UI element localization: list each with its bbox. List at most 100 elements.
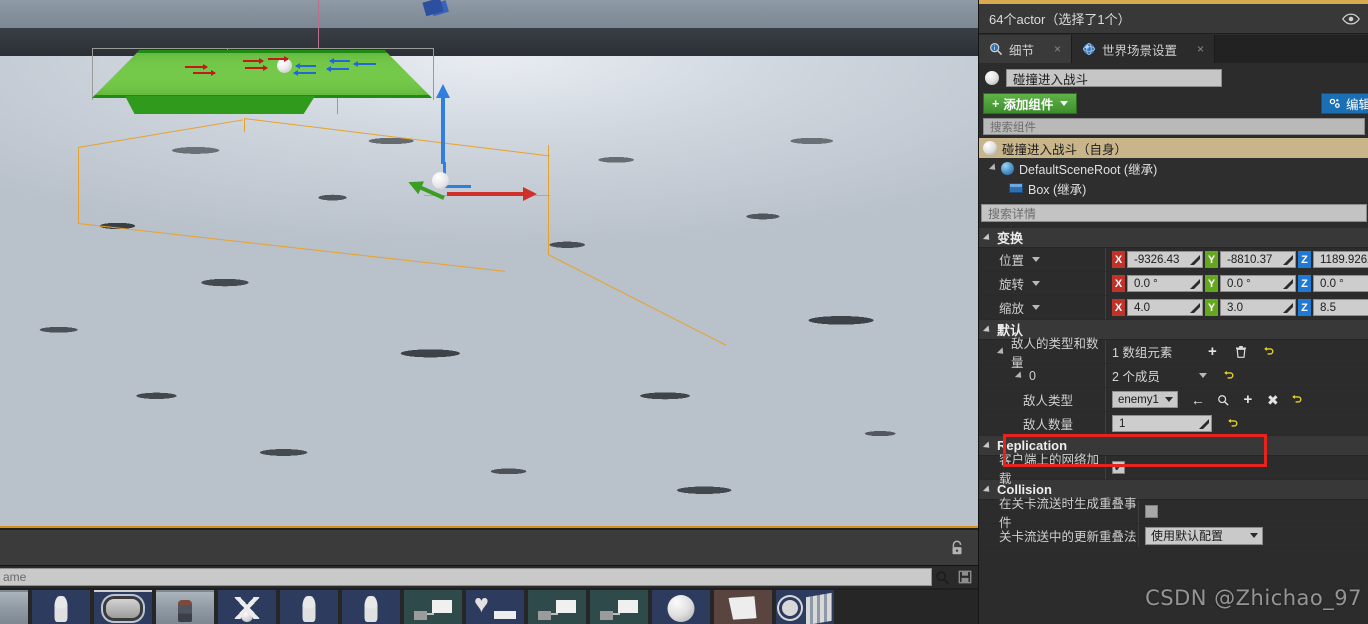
gizmo-z-axis[interactable] xyxy=(436,84,450,164)
property-row-generate-overlap-streaming[interactable]: 在关卡流送时生成重叠事件 xyxy=(979,497,1368,530)
drag-handle-icon[interactable] xyxy=(1283,279,1293,289)
asset-thumbnail-mannequin-3[interactable] xyxy=(342,590,400,624)
rotation-z-input[interactable]: 0.0 ° xyxy=(1313,275,1368,292)
asset-thumbnail-material-1[interactable] xyxy=(404,590,462,624)
property-row-array-element-0[interactable]: 0 2 个成员 xyxy=(979,364,1368,388)
drag-handle-icon[interactable] xyxy=(1190,279,1200,289)
property-row-enemy-count[interactable]: 敌人数量 1 xyxy=(979,412,1368,436)
back-arrow-icon[interactable]: ← xyxy=(1191,393,1205,407)
asset-thumbnail-cross-sphere[interactable] xyxy=(218,590,276,624)
section-header-transform[interactable]: 变换 xyxy=(979,228,1368,248)
scale-x-input[interactable]: 4.0 xyxy=(1127,299,1203,316)
property-value-generate-overlap-streaming[interactable] xyxy=(1139,500,1368,523)
drag-handle-icon[interactable] xyxy=(1283,303,1293,313)
chevron-down-icon[interactable] xyxy=(1032,257,1041,262)
details-search-input[interactable]: 搜索详情 xyxy=(981,204,1367,222)
property-value-rotation[interactable]: X 0.0 ° Y 0.0 ° Z 0.0 ° xyxy=(1106,272,1368,295)
expand-triangle-icon[interactable] xyxy=(996,346,1007,357)
component-row-default-scene-root[interactable]: DefaultSceneRoot (继承) xyxy=(979,158,1368,178)
property-value-array-element-0[interactable]: 2 个成员 xyxy=(1106,364,1368,387)
property-value-enemy-count[interactable]: 1 xyxy=(1106,412,1368,435)
property-row-update-overlaps-method[interactable]: 关卡流送中的更新重叠法 使用默认配置 xyxy=(979,524,1368,548)
property-value-enemy-array[interactable]: 1 数组元素 + xyxy=(1106,340,1368,363)
asset-thumbnail-data-table[interactable] xyxy=(714,590,772,624)
edit-blueprint-button[interactable]: 编辑 xyxy=(1321,93,1368,114)
location-z-input[interactable]: 1189.9262 xyxy=(1313,251,1368,268)
asset-thumbnail-gamepad[interactable] xyxy=(94,590,152,624)
enemy-type-combo[interactable]: enemy1 xyxy=(1112,391,1178,408)
content-browser-asset-strip[interactable] xyxy=(0,590,978,624)
property-value-update-overlaps-method[interactable]: 使用默认配置 xyxy=(1139,524,1368,547)
chevron-down-icon[interactable] xyxy=(1032,305,1041,310)
expand-triangle-icon[interactable] xyxy=(1014,370,1025,381)
asset-thumbnail-heart[interactable] xyxy=(466,590,524,624)
property-value-scale[interactable]: X 4.0 Y 3.0 Z 8.5 xyxy=(1106,296,1368,319)
property-row-rotation[interactable]: 旋转 X 0.0 ° Y 0.0 ° Z 0.0 ° xyxy=(979,272,1368,296)
level-viewport[interactable] xyxy=(0,0,978,528)
component-row-self[interactable]: 碰撞进入战斗（自身） xyxy=(979,138,1368,158)
asset-thumbnail-material-3[interactable] xyxy=(590,590,648,624)
property-row-location[interactable]: 位置 X -9326.43 Y -8810.37 Z 1189.926 xyxy=(979,248,1368,272)
asset-thumbnail-material-2[interactable] xyxy=(528,590,586,624)
tab-world-settings-close[interactable]: × xyxy=(1197,42,1204,56)
property-value-net-load-on-client[interactable]: ✔ xyxy=(1106,456,1368,479)
enemy-count-input[interactable]: 1 xyxy=(1112,415,1212,432)
collapse-triangle-icon[interactable] xyxy=(982,484,993,495)
drag-handle-icon[interactable] xyxy=(1283,255,1293,265)
trash-icon[interactable] xyxy=(1234,345,1248,359)
reset-icon[interactable] xyxy=(1222,369,1236,383)
scale-z-input[interactable]: 8.5 xyxy=(1313,299,1368,316)
asset-thumbnail-level-partial[interactable] xyxy=(0,590,28,624)
scale-y-input[interactable]: 3.0 xyxy=(1220,299,1296,316)
drag-handle-icon[interactable] xyxy=(1190,303,1200,313)
chevron-down-icon[interactable] xyxy=(1198,373,1207,378)
component-tree[interactable]: 碰撞进入战斗（自身） DefaultSceneRoot (继承) Box (继承… xyxy=(979,138,1368,202)
asset-thumbnail-mannequin-1[interactable] xyxy=(32,590,90,624)
rotation-x-input[interactable]: 0.0 ° xyxy=(1127,275,1203,292)
update-overlaps-combo[interactable]: 使用默认配置 xyxy=(1145,526,1263,545)
location-x-input[interactable]: -9326.43 xyxy=(1127,251,1203,268)
asset-thumbnail-mannequin-2[interactable] xyxy=(280,590,338,624)
drag-handle-icon[interactable] xyxy=(1199,419,1209,429)
tab-details-close[interactable]: × xyxy=(1054,42,1061,56)
add-component-button[interactable]: + 添加组件 xyxy=(983,93,1078,114)
collapse-triangle-icon[interactable] xyxy=(982,440,993,451)
reset-icon[interactable] xyxy=(1290,393,1304,407)
rotation-y-input[interactable]: 0.0 ° xyxy=(1220,275,1296,292)
property-list[interactable]: 变换 位置 X -9326.43 Y -8810.37 Z 1189.926 旋… xyxy=(979,228,1368,624)
gizmo-x-axis[interactable] xyxy=(447,187,537,201)
clear-x-icon[interactable]: ✖ xyxy=(1266,393,1280,407)
generate-overlap-checkbox[interactable] xyxy=(1145,505,1158,518)
plus-icon[interactable]: + xyxy=(1205,344,1219,359)
property-row-net-load-on-client[interactable]: 客户端上的网络加载 ✔ xyxy=(979,453,1368,486)
collapse-triangle-icon[interactable] xyxy=(982,324,993,335)
asset-thumbnail-character-level[interactable] xyxy=(156,590,214,624)
asset-thumbnail-sphere-mesh[interactable] xyxy=(652,590,710,624)
save-icon[interactable] xyxy=(958,570,972,584)
content-browser-search-input[interactable]: ame xyxy=(0,568,932,586)
property-value-location[interactable]: X -9326.43 Y -8810.37 Z 1189.926 xyxy=(1106,248,1368,271)
plus-icon[interactable]: + xyxy=(1241,392,1255,407)
chevron-down-icon[interactable] xyxy=(1032,281,1041,286)
eye-icon[interactable] xyxy=(1342,12,1360,26)
location-y-input[interactable]: -8810.37 xyxy=(1220,251,1296,268)
tab-world-settings[interactable]: 世界场景设置 × xyxy=(1072,35,1216,63)
property-value-enemy-type[interactable]: enemy1 ← + ✖ xyxy=(1106,388,1368,411)
lock-icon[interactable] xyxy=(948,539,966,557)
search-icon[interactable] xyxy=(935,570,950,585)
details-tab-strip[interactable]: i 细节 × 世界场景设置 × xyxy=(979,35,1368,63)
property-row-scale[interactable]: 缩放 X 4.0 Y 3.0 Z 8.5 xyxy=(979,296,1368,320)
actor-name-input[interactable]: 碰撞进入战斗 xyxy=(1006,69,1222,87)
browse-icon[interactable] xyxy=(1216,393,1230,407)
net-load-checkbox[interactable]: ✔ xyxy=(1112,461,1125,474)
collapse-triangle-icon[interactable] xyxy=(982,232,993,243)
component-search-input[interactable]: 搜索组件 xyxy=(983,118,1365,135)
asset-thumbnail-settings[interactable] xyxy=(776,590,834,624)
property-row-enemy-array[interactable]: 敌人的类型和数量 1 数组元素 + xyxy=(979,337,1368,370)
reset-icon[interactable] xyxy=(1225,417,1239,431)
reset-icon[interactable] xyxy=(1261,345,1275,359)
gizmo-center-handle[interactable] xyxy=(432,172,449,189)
property-row-enemy-type[interactable]: 敌人类型 enemy1 ← + ✖ xyxy=(979,388,1368,412)
tab-details[interactable]: i 细节 × xyxy=(979,35,1073,63)
component-row-box[interactable]: Box (继承) xyxy=(979,178,1368,198)
